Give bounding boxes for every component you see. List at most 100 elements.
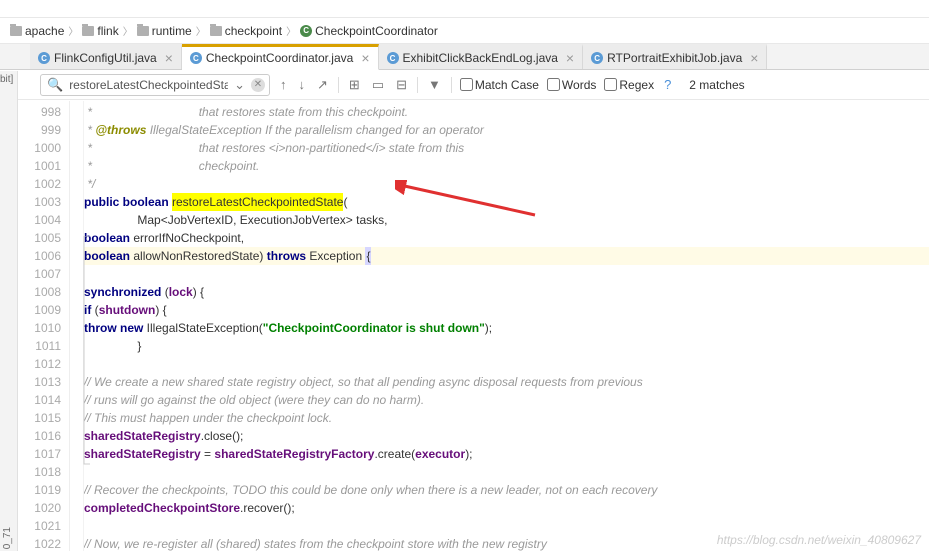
left-tool-strip: 0_71 (0, 71, 18, 551)
breadcrumb-label: flink (97, 24, 118, 38)
line-number: 1000 (18, 139, 61, 157)
breadcrumb-label: checkpoint (225, 24, 282, 38)
tabs: C FlinkConfigUtil.java × C CheckpointCoordin… (0, 44, 929, 70)
line-number: 1001 (18, 157, 61, 175)
code-line[interactable] (84, 463, 929, 481)
clear-icon[interactable]: ✕ (251, 78, 265, 92)
close-icon[interactable]: × (361, 50, 369, 66)
class-icon: C (300, 25, 312, 37)
line-number: 1011 (18, 337, 61, 355)
line-number: 1006 (18, 247, 61, 265)
code-line[interactable]: * checkpoint. (84, 157, 929, 175)
help-icon[interactable]: ? (662, 77, 673, 92)
java-icon: C (591, 52, 603, 64)
sdk-label: 0_71 (2, 527, 13, 549)
regex-check[interactable]: Regex (604, 78, 654, 92)
code-line[interactable]: throw new IllegalStateException("Checkpo… (84, 319, 929, 337)
line-number: 1003 (18, 193, 61, 211)
line-gutter: 9989991000100110021003100410051006100710… (18, 101, 70, 551)
breadcrumb-label: CheckpointCoordinator (315, 24, 438, 38)
code-editor[interactable]: 9989991000100110021003100410051006100710… (18, 101, 929, 551)
code-line[interactable]: public boolean restoreLatestCheckpointed… (84, 193, 929, 211)
close-icon[interactable]: × (750, 50, 758, 66)
next-icon[interactable]: ↓ (297, 77, 308, 92)
prev-icon[interactable]: ↑ (278, 77, 289, 92)
line-number: 1012 (18, 355, 61, 373)
line-number: 1014 (18, 391, 61, 409)
tab[interactable]: C RTPortraitExhibitJob.java × (583, 44, 767, 69)
close-icon[interactable]: × (165, 50, 173, 66)
line-number: 1009 (18, 301, 61, 319)
breadcrumb-item[interactable]: checkpoint (210, 24, 282, 38)
search-input[interactable] (69, 78, 228, 92)
code-line[interactable]: // This must happen under the checkpoint… (84, 409, 929, 427)
breadcrumb-item[interactable]: flink (82, 24, 118, 38)
line-number: 1004 (18, 211, 61, 229)
line-number: 1002 (18, 175, 61, 193)
code-line[interactable]: // We create a new shared state registry… (84, 373, 929, 391)
top-strip (0, 0, 929, 18)
tab[interactable]: C FlinkConfigUtil.java × (30, 44, 182, 69)
folder-icon (137, 26, 149, 36)
line-number: 1010 (18, 319, 61, 337)
folder-icon (82, 26, 94, 36)
remove-icon[interactable]: ⊟ (394, 77, 409, 93)
line-number: 1015 (18, 409, 61, 427)
watermark: https://blog.csdn.net/weixin_40809627 (717, 533, 921, 547)
code-line[interactable]: synchronized (lock) { (84, 283, 929, 301)
tab[interactable]: CCheckpointCoordinator.java× (182, 44, 379, 70)
code-line[interactable]: * that restores <i>non-partitioned</i> s… (84, 139, 929, 157)
tab-label: ExhibitClickBackEndLog.java (403, 51, 558, 65)
tab-label: RTPortraitExhibitJob.java (607, 51, 742, 65)
code-line[interactable]: */ (84, 175, 929, 193)
line-number: 1016 (18, 427, 61, 445)
export-icon[interactable]: ↗ (315, 77, 330, 93)
code-line[interactable] (84, 265, 929, 283)
line-number: 999 (18, 121, 61, 139)
tab-label: CheckpointCoordinator.java (206, 51, 353, 65)
add-selection-icon[interactable]: ⊞ (347, 77, 362, 93)
code-line[interactable]: // Recover the checkpoints, TODO this co… (84, 481, 929, 499)
breadcrumb-label: runtime (152, 24, 192, 38)
line-number: 1005 (18, 229, 61, 247)
chevron-right-icon: 〉 (68, 23, 78, 38)
code-line[interactable]: boolean errorIfNoCheckpoint, (84, 229, 929, 247)
code-line[interactable]: completedCheckpointStore.recover(); (84, 499, 929, 517)
breadcrumb-item[interactable]: apache (10, 24, 64, 38)
code-line[interactable]: if (shutdown) { (84, 301, 929, 319)
chevron-right-icon: 〉 (196, 23, 206, 38)
code-line[interactable] (84, 355, 929, 373)
close-icon[interactable]: × (566, 50, 574, 66)
search-bar: 🔍 ⌄ ✕ ↑ ↓ ↗ ⊞ ▭ ⊟ ▼ Match Case Words Reg… (0, 70, 929, 100)
select-all-icon[interactable]: ▭ (370, 77, 386, 93)
line-number: 1019 (18, 481, 61, 499)
tab-label: FlinkConfigUtil.java (54, 51, 157, 65)
code-line[interactable]: Map<JobVertexID, ExecutionJobVertex> tas… (84, 211, 929, 229)
code-area[interactable]: * that restores state from this checkpoi… (84, 101, 929, 551)
match-case-check[interactable]: Match Case (460, 78, 539, 92)
bit-label: bit] (0, 74, 13, 85)
code-line[interactable]: sharedStateRegistry.close(); (84, 427, 929, 445)
line-number: 1021 (18, 517, 61, 535)
search-icon: 🔍 (45, 77, 65, 93)
breadcrumb-item[interactable]: runtime (137, 24, 192, 38)
search-field[interactable]: 🔍 ⌄ ✕ (40, 74, 270, 96)
code-line[interactable]: * that restores state from this checkpoi… (84, 103, 929, 121)
code-line[interactable]: * @throws IllegalStateException If the p… (84, 121, 929, 139)
marker-gutter (70, 101, 84, 551)
filter-icon[interactable]: ▼ (426, 77, 443, 92)
chevron-right-icon: 〉 (123, 23, 133, 38)
history-icon[interactable]: ⌄ (232, 77, 247, 93)
code-line[interactable]: boolean allowNonRestoredState) throws Ex… (84, 247, 929, 265)
code-line[interactable]: } (84, 337, 929, 355)
code-line[interactable]: sharedStateRegistry = sharedStateRegistr… (84, 445, 929, 463)
code-line[interactable]: // runs will go against the old object (… (84, 391, 929, 409)
line-number: 1017 (18, 445, 61, 463)
words-check[interactable]: Words (547, 78, 596, 92)
tab[interactable]: CExhibitClickBackEndLog.java× (379, 44, 584, 69)
matches-label: 2 matches (689, 78, 744, 92)
separator (417, 77, 418, 93)
line-number: 1007 (18, 265, 61, 283)
breadcrumb-item[interactable]: CCheckpointCoordinator (300, 24, 438, 38)
java-icon: C (38, 52, 50, 64)
